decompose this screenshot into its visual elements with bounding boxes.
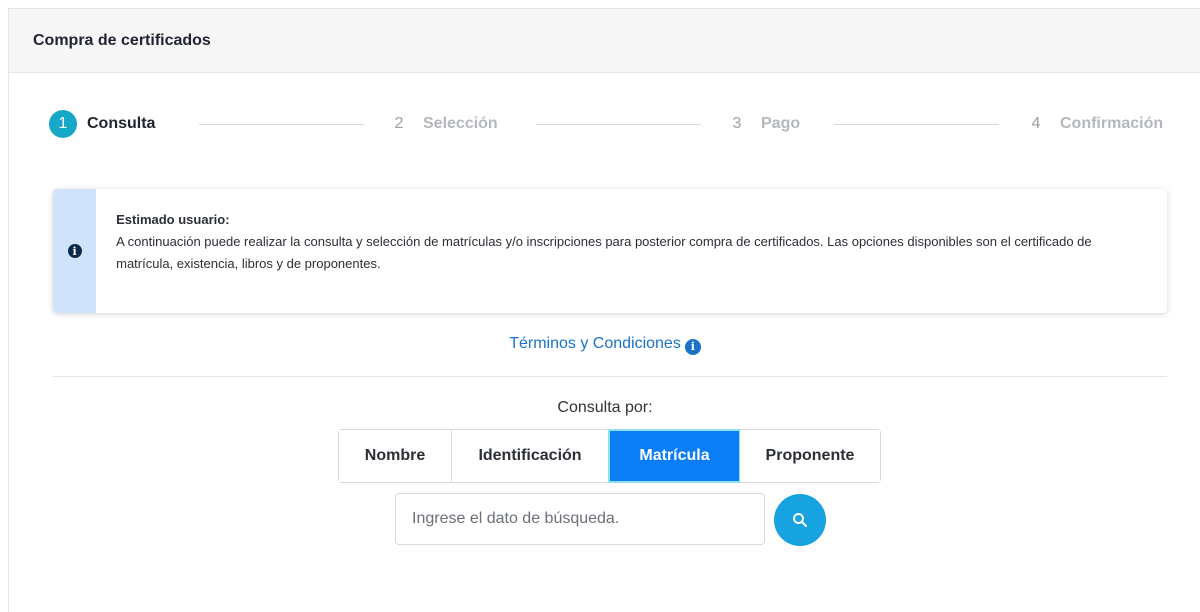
- alert-icon-bar: i: [53, 189, 97, 313]
- option-matricula[interactable]: Matrícula: [608, 429, 741, 483]
- step-consulta: 1 Consulta: [49, 109, 155, 139]
- search-input[interactable]: [395, 493, 765, 545]
- step-label: Selección: [423, 115, 498, 132]
- step-connector: [536, 124, 701, 125]
- query-type-selector: Nombre Identificación Matrícula Proponen…: [338, 429, 881, 483]
- search-icon: [793, 513, 807, 527]
- info-alert: i Estimado usuario: A continuación puede…: [53, 189, 1167, 313]
- step-number: 1: [49, 110, 77, 138]
- alert-body: Estimado usuario: A continuación puede r…: [96, 189, 1167, 313]
- certificate-purchase-card: Compra de certificados 1 Consulta 2 Sele…: [8, 8, 1200, 612]
- step-seleccion: 2 Selección: [385, 109, 498, 139]
- terms-and-conditions: Términos y Condiciones i: [9, 335, 1200, 355]
- stepper: 1 Consulta 2 Selección 3 Pago 4 Confirma…: [49, 109, 1184, 139]
- info-icon[interactable]: i: [684, 338, 701, 355]
- step-label: Consulta: [87, 115, 156, 132]
- query-by-label: Consulta por:: [557, 399, 653, 416]
- option-identificacion[interactable]: Identificación: [452, 430, 609, 482]
- alert-title: Estimado usuario:: [116, 212, 230, 227]
- option-proponente[interactable]: Proponente: [740, 430, 880, 482]
- search-button[interactable]: [774, 494, 826, 546]
- step-number: 4: [1022, 110, 1050, 138]
- step-pago: 3 Pago: [723, 109, 800, 139]
- alert-text: A continuación puede realizar la consult…: [116, 234, 1092, 271]
- divider: [53, 376, 1167, 377]
- step-connector: [199, 124, 364, 125]
- step-label: Pago: [761, 115, 801, 132]
- step-number: 2: [385, 110, 413, 138]
- step-connector: [834, 124, 999, 125]
- option-nombre[interactable]: Nombre: [339, 430, 452, 482]
- step-label: Confirmación: [1060, 115, 1164, 132]
- info-icon: i: [67, 244, 82, 258]
- page-title: Compra de certificados: [33, 31, 211, 49]
- card-header: Compra de certificados: [9, 9, 1200, 73]
- step-confirmacion: 4 Confirmación: [1022, 109, 1163, 139]
- terms-link[interactable]: Términos y Condiciones: [509, 335, 681, 352]
- step-number: 3: [723, 110, 751, 138]
